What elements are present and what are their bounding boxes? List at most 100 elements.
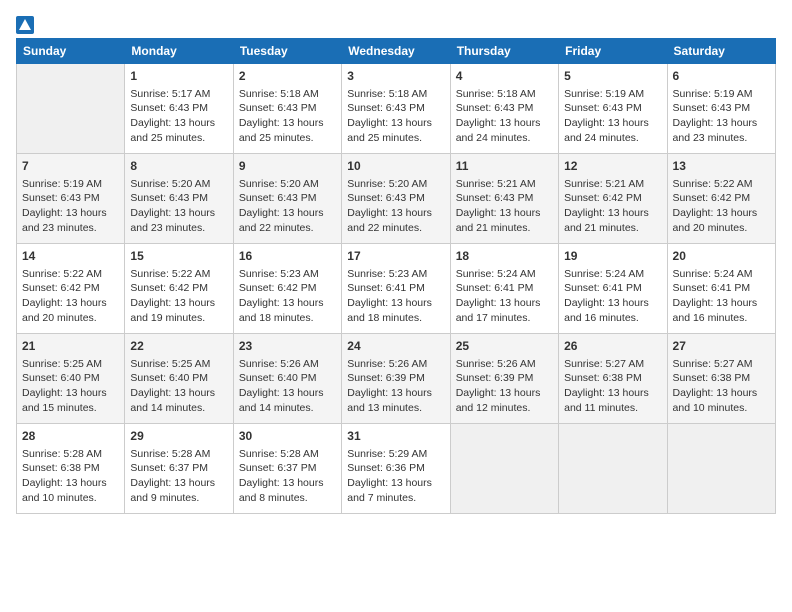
day-info: Sunrise: 5:22 AMSunset: 6:42 PMDaylight:… bbox=[22, 267, 119, 326]
day-number: 15 bbox=[130, 248, 227, 265]
calendar-cell: 25 Sunrise: 5:26 AMSunset: 6:39 PMDayligh… bbox=[450, 334, 558, 424]
day-number: 9 bbox=[239, 158, 336, 175]
day-number: 10 bbox=[347, 158, 444, 175]
calendar-cell: 4Sunrise: 5:18 AMSunset: 6:43 PMDaylight… bbox=[450, 64, 558, 154]
day-info: Sunrise: 5:24 AMSunset: 6:41 PMDaylight:… bbox=[564, 267, 661, 326]
calendar-cell: 13 Sunrise: 5:22 AMSunset: 6:42 PMDayligh… bbox=[667, 154, 775, 244]
day-info: Sunrise: 5:18 AMSunset: 6:43 PMDaylight:… bbox=[239, 87, 336, 146]
logo bbox=[16, 16, 38, 34]
calendar-cell: 22 Sunrise: 5:25 AMSunset: 6:40 PMDayligh… bbox=[125, 334, 233, 424]
day-info: Sunrise: 5:24 AMSunset: 6:41 PMDaylight:… bbox=[673, 267, 770, 326]
logo-icon bbox=[16, 16, 34, 34]
day-number: 11 bbox=[456, 158, 553, 175]
day-info: Sunrise: 5:24 AMSunset: 6:41 PMDaylight:… bbox=[456, 267, 553, 326]
day-number: 29 bbox=[130, 428, 227, 445]
calendar-cell: 1Sunrise: 5:17 AMSunset: 6:43 PMDaylight… bbox=[125, 64, 233, 154]
calendar-header: SundayMondayTuesdayWednesdayThursdayFrid… bbox=[17, 39, 776, 64]
weekday-header: Wednesday bbox=[342, 39, 450, 64]
calendar-cell: 6 Sunrise: 5:19 AMSunset: 6:43 PMDaylight… bbox=[667, 64, 775, 154]
calendar-cell: 29 Sunrise: 5:28 AMSunset: 6:37 PMDayligh… bbox=[125, 424, 233, 514]
calendar-table: SundayMondayTuesdayWednesdayThursdayFrid… bbox=[16, 38, 776, 514]
day-info: Sunrise: 5:23 AMSunset: 6:41 PMDaylight:… bbox=[347, 267, 444, 326]
calendar-cell: 28Sunrise: 5:28 AMSunset: 6:38 PMDayligh… bbox=[17, 424, 125, 514]
day-info: Sunrise: 5:19 AMSunset: 6:43 PMDaylight:… bbox=[22, 177, 119, 236]
day-info: Sunrise: 5:17 AMSunset: 6:43 PMDaylight:… bbox=[130, 87, 227, 146]
day-number: 18 bbox=[456, 248, 553, 265]
calendar-cell: 31 Sunrise: 5:29 AMSunset: 6:36 PMDayligh… bbox=[342, 424, 450, 514]
calendar-cell: 27 Sunrise: 5:27 AMSunset: 6:38 PMDayligh… bbox=[667, 334, 775, 424]
day-info: Sunrise: 5:28 AMSunset: 6:37 PMDaylight:… bbox=[130, 447, 227, 506]
day-info: Sunrise: 5:25 AMSunset: 6:40 PMDaylight:… bbox=[22, 357, 119, 416]
day-info: Sunrise: 5:29 AMSunset: 6:36 PMDaylight:… bbox=[347, 447, 444, 506]
calendar-cell: 20 Sunrise: 5:24 AMSunset: 6:41 PMDayligh… bbox=[667, 244, 775, 334]
day-number: 26 bbox=[564, 338, 661, 355]
calendar-week-row: 7 Sunrise: 5:19 AMSunset: 6:43 PMDaylight… bbox=[17, 154, 776, 244]
calendar-cell: 15Sunrise: 5:22 AMSunset: 6:42 PMDayligh… bbox=[125, 244, 233, 334]
day-number: 27 bbox=[673, 338, 770, 355]
day-number: 7 bbox=[22, 158, 119, 175]
calendar-cell: 9 Sunrise: 5:20 AMSunset: 6:43 PMDaylight… bbox=[233, 154, 341, 244]
calendar-cell: 8 Sunrise: 5:20 AMSunset: 6:43 PMDaylight… bbox=[125, 154, 233, 244]
calendar-week-row: 1Sunrise: 5:17 AMSunset: 6:43 PMDaylight… bbox=[17, 64, 776, 154]
weekday-header: Thursday bbox=[450, 39, 558, 64]
calendar-week-row: 21 Sunrise: 5:25 AMSunset: 6:40 PMDayligh… bbox=[17, 334, 776, 424]
calendar-cell: 19 Sunrise: 5:24 AMSunset: 6:41 PMDayligh… bbox=[559, 244, 667, 334]
day-info: Sunrise: 5:26 AMSunset: 6:39 PMDaylight:… bbox=[456, 357, 553, 416]
weekday-header: Sunday bbox=[17, 39, 125, 64]
calendar-cell bbox=[559, 424, 667, 514]
day-number: 2 bbox=[239, 68, 336, 85]
day-number: 31 bbox=[347, 428, 444, 445]
day-number: 13 bbox=[673, 158, 770, 175]
day-number: 25 bbox=[456, 338, 553, 355]
calendar-cell: 26 Sunrise: 5:27 AMSunset: 6:38 PMDayligh… bbox=[559, 334, 667, 424]
calendar-cell: 18 Sunrise: 5:24 AMSunset: 6:41 PMDayligh… bbox=[450, 244, 558, 334]
day-number: 19 bbox=[564, 248, 661, 265]
day-number: 28 bbox=[22, 428, 119, 445]
calendar-cell: 23 Sunrise: 5:26 AMSunset: 6:40 PMDayligh… bbox=[233, 334, 341, 424]
day-number: 22 bbox=[130, 338, 227, 355]
day-info: Sunrise: 5:26 AMSunset: 6:40 PMDaylight:… bbox=[239, 357, 336, 416]
day-info: Sunrise: 5:21 AMSunset: 6:43 PMDaylight:… bbox=[456, 177, 553, 236]
day-number: 3 bbox=[347, 68, 444, 85]
weekday-header: Saturday bbox=[667, 39, 775, 64]
day-info: Sunrise: 5:23 AMSunset: 6:42 PMDaylight:… bbox=[239, 267, 336, 326]
calendar-week-row: 14 Sunrise: 5:22 AMSunset: 6:42 PMDayligh… bbox=[17, 244, 776, 334]
header bbox=[16, 16, 776, 34]
calendar-cell: 5Sunrise: 5:19 AMSunset: 6:43 PMDaylight… bbox=[559, 64, 667, 154]
day-info: Sunrise: 5:20 AMSunset: 6:43 PMDaylight:… bbox=[130, 177, 227, 236]
calendar-week-row: 28Sunrise: 5:28 AMSunset: 6:38 PMDayligh… bbox=[17, 424, 776, 514]
day-number: 23 bbox=[239, 338, 336, 355]
day-number: 4 bbox=[456, 68, 553, 85]
day-info: Sunrise: 5:22 AMSunset: 6:42 PMDaylight:… bbox=[673, 177, 770, 236]
weekday-header: Friday bbox=[559, 39, 667, 64]
calendar-cell: 30Sunrise: 5:28 AMSunset: 6:37 PMDayligh… bbox=[233, 424, 341, 514]
day-info: Sunrise: 5:21 AMSunset: 6:42 PMDaylight:… bbox=[564, 177, 661, 236]
day-number: 20 bbox=[673, 248, 770, 265]
day-info: Sunrise: 5:19 AMSunset: 6:43 PMDaylight:… bbox=[673, 87, 770, 146]
day-info: Sunrise: 5:27 AMSunset: 6:38 PMDaylight:… bbox=[564, 357, 661, 416]
weekday-header: Monday bbox=[125, 39, 233, 64]
calendar-cell: 11 Sunrise: 5:21 AMSunset: 6:43 PMDayligh… bbox=[450, 154, 558, 244]
day-info: Sunrise: 5:26 AMSunset: 6:39 PMDaylight:… bbox=[347, 357, 444, 416]
day-info: Sunrise: 5:20 AMSunset: 6:43 PMDaylight:… bbox=[347, 177, 444, 236]
calendar-cell: 2 Sunrise: 5:18 AMSunset: 6:43 PMDaylight… bbox=[233, 64, 341, 154]
calendar-cell: 10 Sunrise: 5:20 AMSunset: 6:43 PMDayligh… bbox=[342, 154, 450, 244]
day-number: 24 bbox=[347, 338, 444, 355]
day-number: 12 bbox=[564, 158, 661, 175]
day-number: 8 bbox=[130, 158, 227, 175]
calendar-cell: 17Sunrise: 5:23 AMSunset: 6:41 PMDayligh… bbox=[342, 244, 450, 334]
calendar-cell: 3 Sunrise: 5:18 AMSunset: 6:43 PMDaylight… bbox=[342, 64, 450, 154]
calendar-cell: 7 Sunrise: 5:19 AMSunset: 6:43 PMDaylight… bbox=[17, 154, 125, 244]
day-number: 5 bbox=[564, 68, 661, 85]
day-number: 16 bbox=[239, 248, 336, 265]
day-info: Sunrise: 5:25 AMSunset: 6:40 PMDaylight:… bbox=[130, 357, 227, 416]
day-info: Sunrise: 5:27 AMSunset: 6:38 PMDaylight:… bbox=[673, 357, 770, 416]
day-number: 6 bbox=[673, 68, 770, 85]
day-info: Sunrise: 5:20 AMSunset: 6:43 PMDaylight:… bbox=[239, 177, 336, 236]
day-number: 21 bbox=[22, 338, 119, 355]
day-info: Sunrise: 5:18 AMSunset: 6:43 PMDaylight:… bbox=[347, 87, 444, 146]
calendar-cell: 21 Sunrise: 5:25 AMSunset: 6:40 PMDayligh… bbox=[17, 334, 125, 424]
day-number: 14 bbox=[22, 248, 119, 265]
calendar-cell bbox=[667, 424, 775, 514]
calendar-cell bbox=[17, 64, 125, 154]
